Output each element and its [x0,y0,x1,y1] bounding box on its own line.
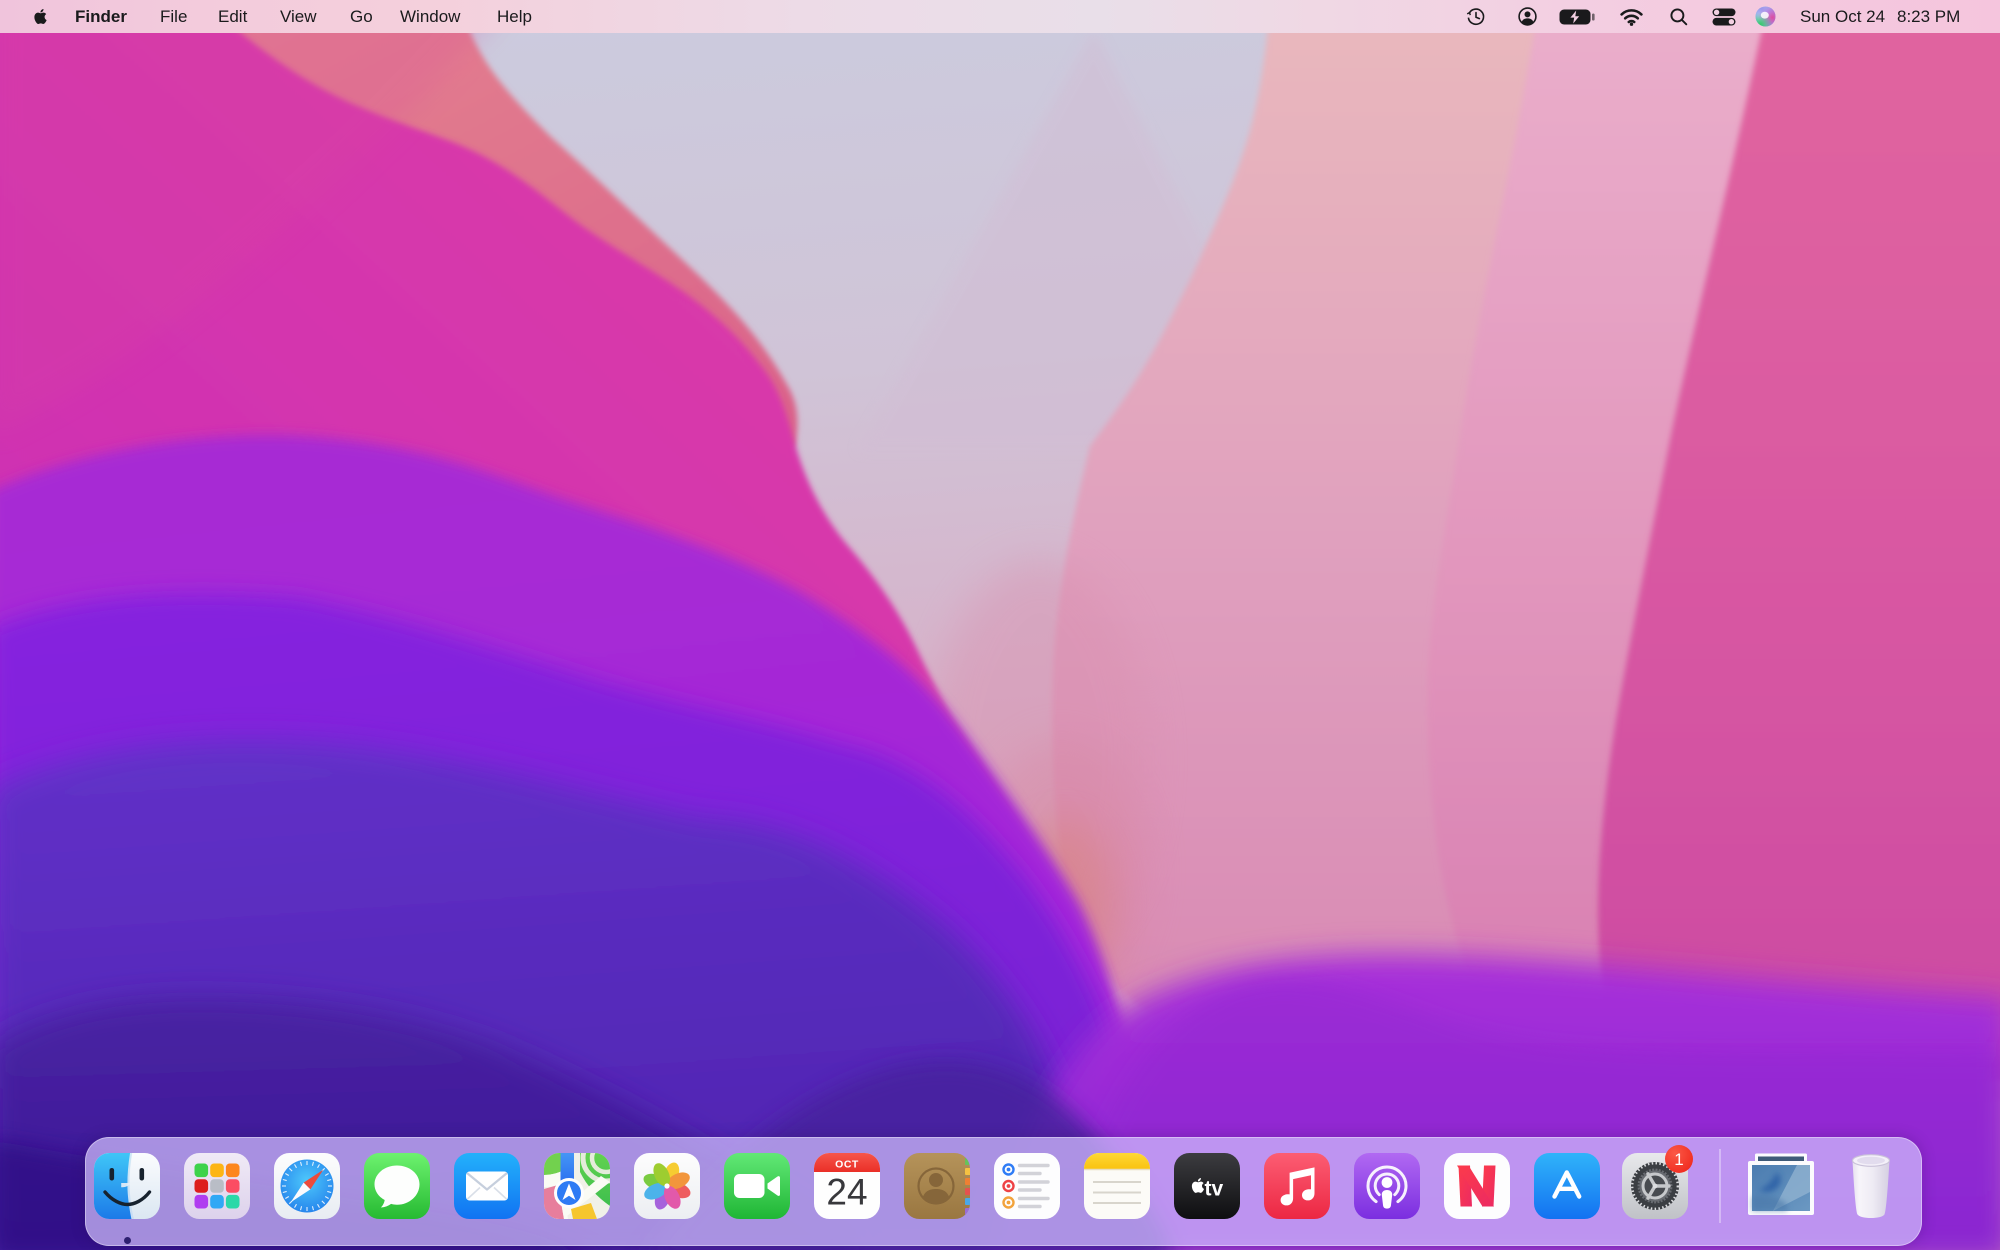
svg-text:tv: tv [1205,1178,1224,1201]
svg-text:24: 24 [826,1172,867,1213]
svg-text:1: 1 [1674,1150,1683,1169]
svg-text:OCT: OCT [835,1159,859,1171]
